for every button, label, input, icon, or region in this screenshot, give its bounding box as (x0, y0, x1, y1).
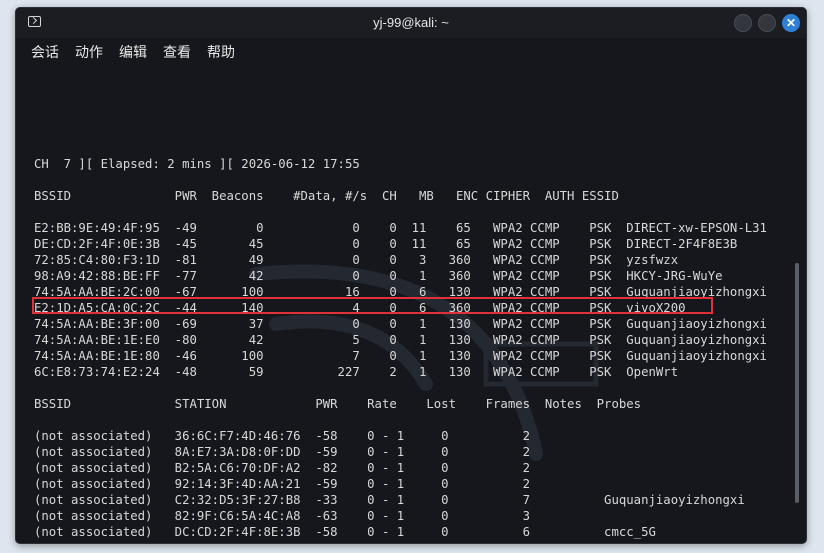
menu-edit[interactable]: 编辑 (119, 42, 147, 62)
ap-table-header: BSSID PWR Beacons #Data, #/s CH MB ENC C… (34, 189, 619, 203)
window-title: yj-99@kali: ~ (373, 15, 449, 30)
ap-row: DE:CD:2F:4F:0E:3B -45 45 0 0 11 65 WPA2 … (34, 237, 738, 251)
ap-row: 74:5A:AA:BE:1E:E0 -80 42 5 0 1 130 WPA2 … (34, 333, 767, 347)
title-bar[interactable]: yj-99@kali: ~ ✕ (16, 8, 806, 38)
terminal-output[interactable]: CH 7 ][ Elapsed: 2 mins ][ 2026-06-12 17… (16, 64, 806, 543)
station-row: (not associated) C2:32:D5:3F:27:B8 -33 0… (34, 493, 745, 507)
station-row: (not associated) 92:14:3F:4D:AA:21 -59 0… (34, 477, 531, 491)
ap-row: 6C:E8:73:74:E2:24 -48 59 227 2 1 130 WPA… (34, 365, 679, 379)
ap-row: 74:5A:AA:BE:1E:80 -46 100 7 0 1 130 WPA2… (34, 349, 767, 363)
highlight-box (32, 297, 713, 314)
menu-session[interactable]: 会话 (31, 42, 59, 62)
status-header: CH 7 ][ Elapsed: 2 mins ][ 2026-06-12 17… (34, 157, 360, 171)
ap-row: E2:BB:9E:49:4F:95 -49 0 0 0 11 65 WPA2 C… (34, 221, 767, 235)
station-table-header: BSSID STATION PWR Rate Lost Frames Notes… (34, 397, 642, 411)
station-row: (not associated) B2:5A:C6:70:DF:A2 -82 0… (34, 461, 531, 475)
close-icon[interactable]: ✕ (782, 14, 800, 32)
station-row: (not associated) 8A:E7:3A:D8:0F:DD -59 0… (34, 445, 531, 459)
menu-help[interactable]: 帮助 (207, 42, 235, 62)
scrollbar[interactable] (795, 263, 799, 503)
station-row: (not associated) 36:6C:F7:4D:46:76 -58 0… (34, 429, 531, 443)
terminal-window: yj-99@kali: ~ ✕ 会话 动作 编辑 查看 帮助 CH 7 ][ E… (15, 7, 807, 544)
ap-row: 74:5A:AA:BE:3F:00 -69 37 0 0 1 130 WPA2 … (34, 317, 767, 331)
menu-bar: 会话 动作 编辑 查看 帮助 (16, 38, 806, 64)
station-row: (not associated) DC:CD:2F:4F:8E:3B -58 0… (34, 525, 656, 539)
minimize-icon[interactable] (734, 14, 752, 32)
ap-row: 72:85:C4:80:F3:1D -81 49 0 0 3 360 WPA2 … (34, 253, 679, 267)
station-row: (not associated) 82:9F:C6:5A:4C:A8 -63 0… (34, 509, 531, 523)
menu-actions[interactable]: 动作 (75, 42, 103, 62)
ap-row: 98:A9:42:88:BE:FF -77 42 0 0 1 360 WPA2 … (34, 269, 723, 283)
maximize-icon[interactable] (758, 14, 776, 32)
menu-view[interactable]: 查看 (163, 42, 191, 62)
